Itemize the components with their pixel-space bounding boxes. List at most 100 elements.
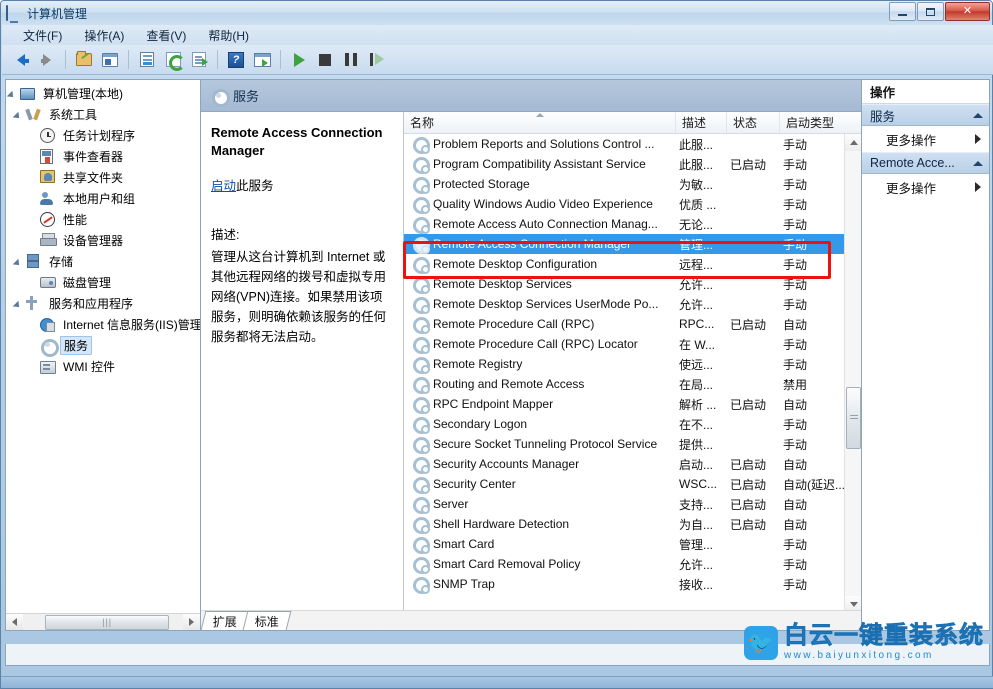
table-row[interactable]: Remote Registry使远...手动 (404, 354, 861, 374)
tree-item-8[interactable]: 存储 (6, 251, 200, 272)
minimize-button[interactable] (889, 2, 916, 21)
restart-icon[interactable] (365, 48, 389, 72)
actions-group-header-0[interactable]: 服务 (862, 104, 989, 126)
table-row[interactable]: Security Accounts Manager启动...已启动自动 (404, 454, 861, 474)
tree-item-11[interactable]: Internet 信息服务(IIS)管理器 (6, 314, 200, 335)
table-row[interactable]: SNMP Trap接收...手动 (404, 574, 861, 594)
export-icon[interactable] (187, 48, 211, 72)
play-icon[interactable] (287, 48, 311, 72)
column-header-startup-type[interactable]: 启动类型 (780, 112, 858, 133)
tree-item-5[interactable]: 本地用户和组 (6, 188, 200, 209)
table-row[interactable]: RPC Endpoint Mapper解析 ...已启动自动 (404, 394, 861, 414)
console-tree-icon[interactable] (98, 48, 122, 72)
table-row[interactable]: Quality Windows Audio Video Experience优质… (404, 194, 861, 214)
service-description-cell: 允许... (679, 296, 730, 313)
actions-group-header-1[interactable]: Remote Acce... (862, 152, 989, 174)
service-gear-icon (412, 236, 428, 252)
performance-icon (40, 212, 56, 228)
table-row[interactable]: Remote Desktop Configuration远程...手动 (404, 254, 861, 274)
table-row[interactable]: Problem Reports and Solutions Control ..… (404, 134, 861, 154)
tree-spacer (28, 151, 39, 162)
column-header-description[interactable]: 描述 (676, 112, 727, 133)
chevron-up-icon[interactable] (973, 113, 983, 118)
table-row[interactable]: Shell Hardware Detection为自...已启动自动 (404, 514, 861, 534)
table-row[interactable]: Smart Card Removal Policy允许...手动 (404, 554, 861, 574)
service-title: Remote Access Connection Manager (211, 124, 394, 159)
apps-icon (26, 296, 42, 312)
service-status-cell: 已启动 (730, 316, 783, 333)
tree-item-2[interactable]: 任务计划程序 (6, 125, 200, 146)
help-icon[interactable]: ? (224, 48, 248, 72)
menu-file[interactable]: 文件(F) (12, 25, 73, 46)
menu-help[interactable]: 帮助(H) (197, 25, 260, 46)
tab-standard[interactable]: 标准 (243, 611, 292, 630)
service-description-cell: 为自... (679, 516, 730, 533)
tree-scroll-right-button[interactable] (183, 614, 200, 630)
tree-item-0[interactable]: 算机管理(本地) (6, 83, 200, 104)
start-service-link[interactable]: 启动 (211, 179, 236, 193)
actions-more-actions-item[interactable]: 更多操作 (862, 174, 989, 200)
tree-item-4[interactable]: 共享文件夹 (6, 167, 200, 188)
chevron-up-icon[interactable] (973, 161, 983, 166)
pane-header-title: 服务 (233, 86, 259, 105)
table-row[interactable]: Secure Socket Tunneling Protocol Service… (404, 434, 861, 454)
table-row[interactable]: Remote Desktop Services允许...手动 (404, 274, 861, 294)
menu-view[interactable]: 查看(V) (135, 25, 197, 46)
service-status-cell: 已启动 (730, 476, 783, 493)
table-row[interactable]: Server支持...已启动自动 (404, 494, 861, 514)
list-vertical-scrollbar[interactable] (844, 134, 861, 613)
service-name-cell: Remote Access Auto Connection Manag... (433, 217, 679, 231)
tree-horizontal-scrollbar[interactable]: ||| (6, 613, 200, 630)
expand-collapse-icon[interactable] (14, 298, 25, 309)
tree-item-3[interactable]: 事件查看器 (6, 146, 200, 167)
tree-scroll-left-button[interactable] (6, 614, 23, 630)
service-gear-icon (412, 376, 428, 392)
description-text: 管理从这台计算机到 Internet 或其他远程网络的拨号和虚拟专用网络(VPN… (211, 247, 394, 347)
list-scroll-thumb[interactable] (846, 387, 861, 449)
menu-action[interactable]: 操作(A) (73, 25, 135, 46)
table-row[interactable]: Remote Procedure Call (RPC)RPC...已启动自动 (404, 314, 861, 334)
table-row[interactable]: Protected Storage为敏...手动 (404, 174, 861, 194)
table-row[interactable]: Remote Desktop Services UserMode Po...允许… (404, 294, 861, 314)
stop-icon[interactable] (313, 48, 337, 72)
list-scroll-up-button[interactable] (845, 134, 861, 151)
tree-item-1[interactable]: 系统工具 (6, 104, 200, 125)
tree-spacer (28, 361, 39, 372)
column-header-name[interactable]: 名称 (404, 112, 676, 133)
table-row[interactable]: Secondary Logon在不...手动 (404, 414, 861, 434)
service-description-cell: 此服... (679, 156, 730, 173)
column-header-status[interactable]: 状态 (727, 112, 780, 133)
watermark: 🐦 白云一键重装系统 www.baiyunxitong.com (744, 622, 984, 664)
expand-collapse-icon[interactable] (14, 109, 25, 120)
actions-more-actions-item[interactable]: 更多操作 (862, 126, 989, 152)
actions-item-label: 更多操作 (886, 178, 936, 197)
table-row[interactable]: Remote Access Auto Connection Manag...无论… (404, 214, 861, 234)
table-row[interactable]: Security CenterWSC...已启动自动(延迟... (404, 474, 861, 494)
pause-icon[interactable] (339, 48, 363, 72)
expand-collapse-icon[interactable] (8, 88, 19, 99)
tree-item-12[interactable]: 服务 (6, 335, 200, 356)
table-row[interactable]: Routing and Remote Access在局...禁用 (404, 374, 861, 394)
folder-up-icon[interactable] (72, 48, 96, 72)
tree-item-9[interactable]: 磁盘管理 (6, 272, 200, 293)
tree-item-13[interactable]: WMI 控件 (6, 356, 200, 377)
table-row[interactable]: Program Compatibility Assistant Service此… (404, 154, 861, 174)
device-manager-icon (40, 233, 56, 249)
forward-button[interactable] (35, 48, 59, 72)
table-row[interactable]: Smart Card管理...手动 (404, 534, 861, 554)
action-pane-icon[interactable] (250, 48, 274, 72)
table-row[interactable]: Remote Procedure Call (RPC) Locator在 W..… (404, 334, 861, 354)
back-button[interactable] (9, 48, 33, 72)
tree-item-6[interactable]: 性能 (6, 209, 200, 230)
submenu-arrow-icon (975, 182, 981, 192)
properties-icon[interactable] (135, 48, 159, 72)
table-row[interactable]: Remote Access Connection Manager管理...手动 (404, 234, 861, 254)
tree-item-10[interactable]: 服务和应用程序 (6, 293, 200, 314)
maximize-button[interactable] (917, 2, 944, 21)
close-button[interactable]: ✕ (945, 2, 990, 21)
tree-scroll-thumb[interactable]: ||| (45, 615, 169, 630)
expand-collapse-icon[interactable] (14, 256, 25, 267)
service-status-cell: 已启动 (730, 496, 783, 513)
tree-item-7[interactable]: 设备管理器 (6, 230, 200, 251)
refresh-icon[interactable] (161, 48, 185, 72)
